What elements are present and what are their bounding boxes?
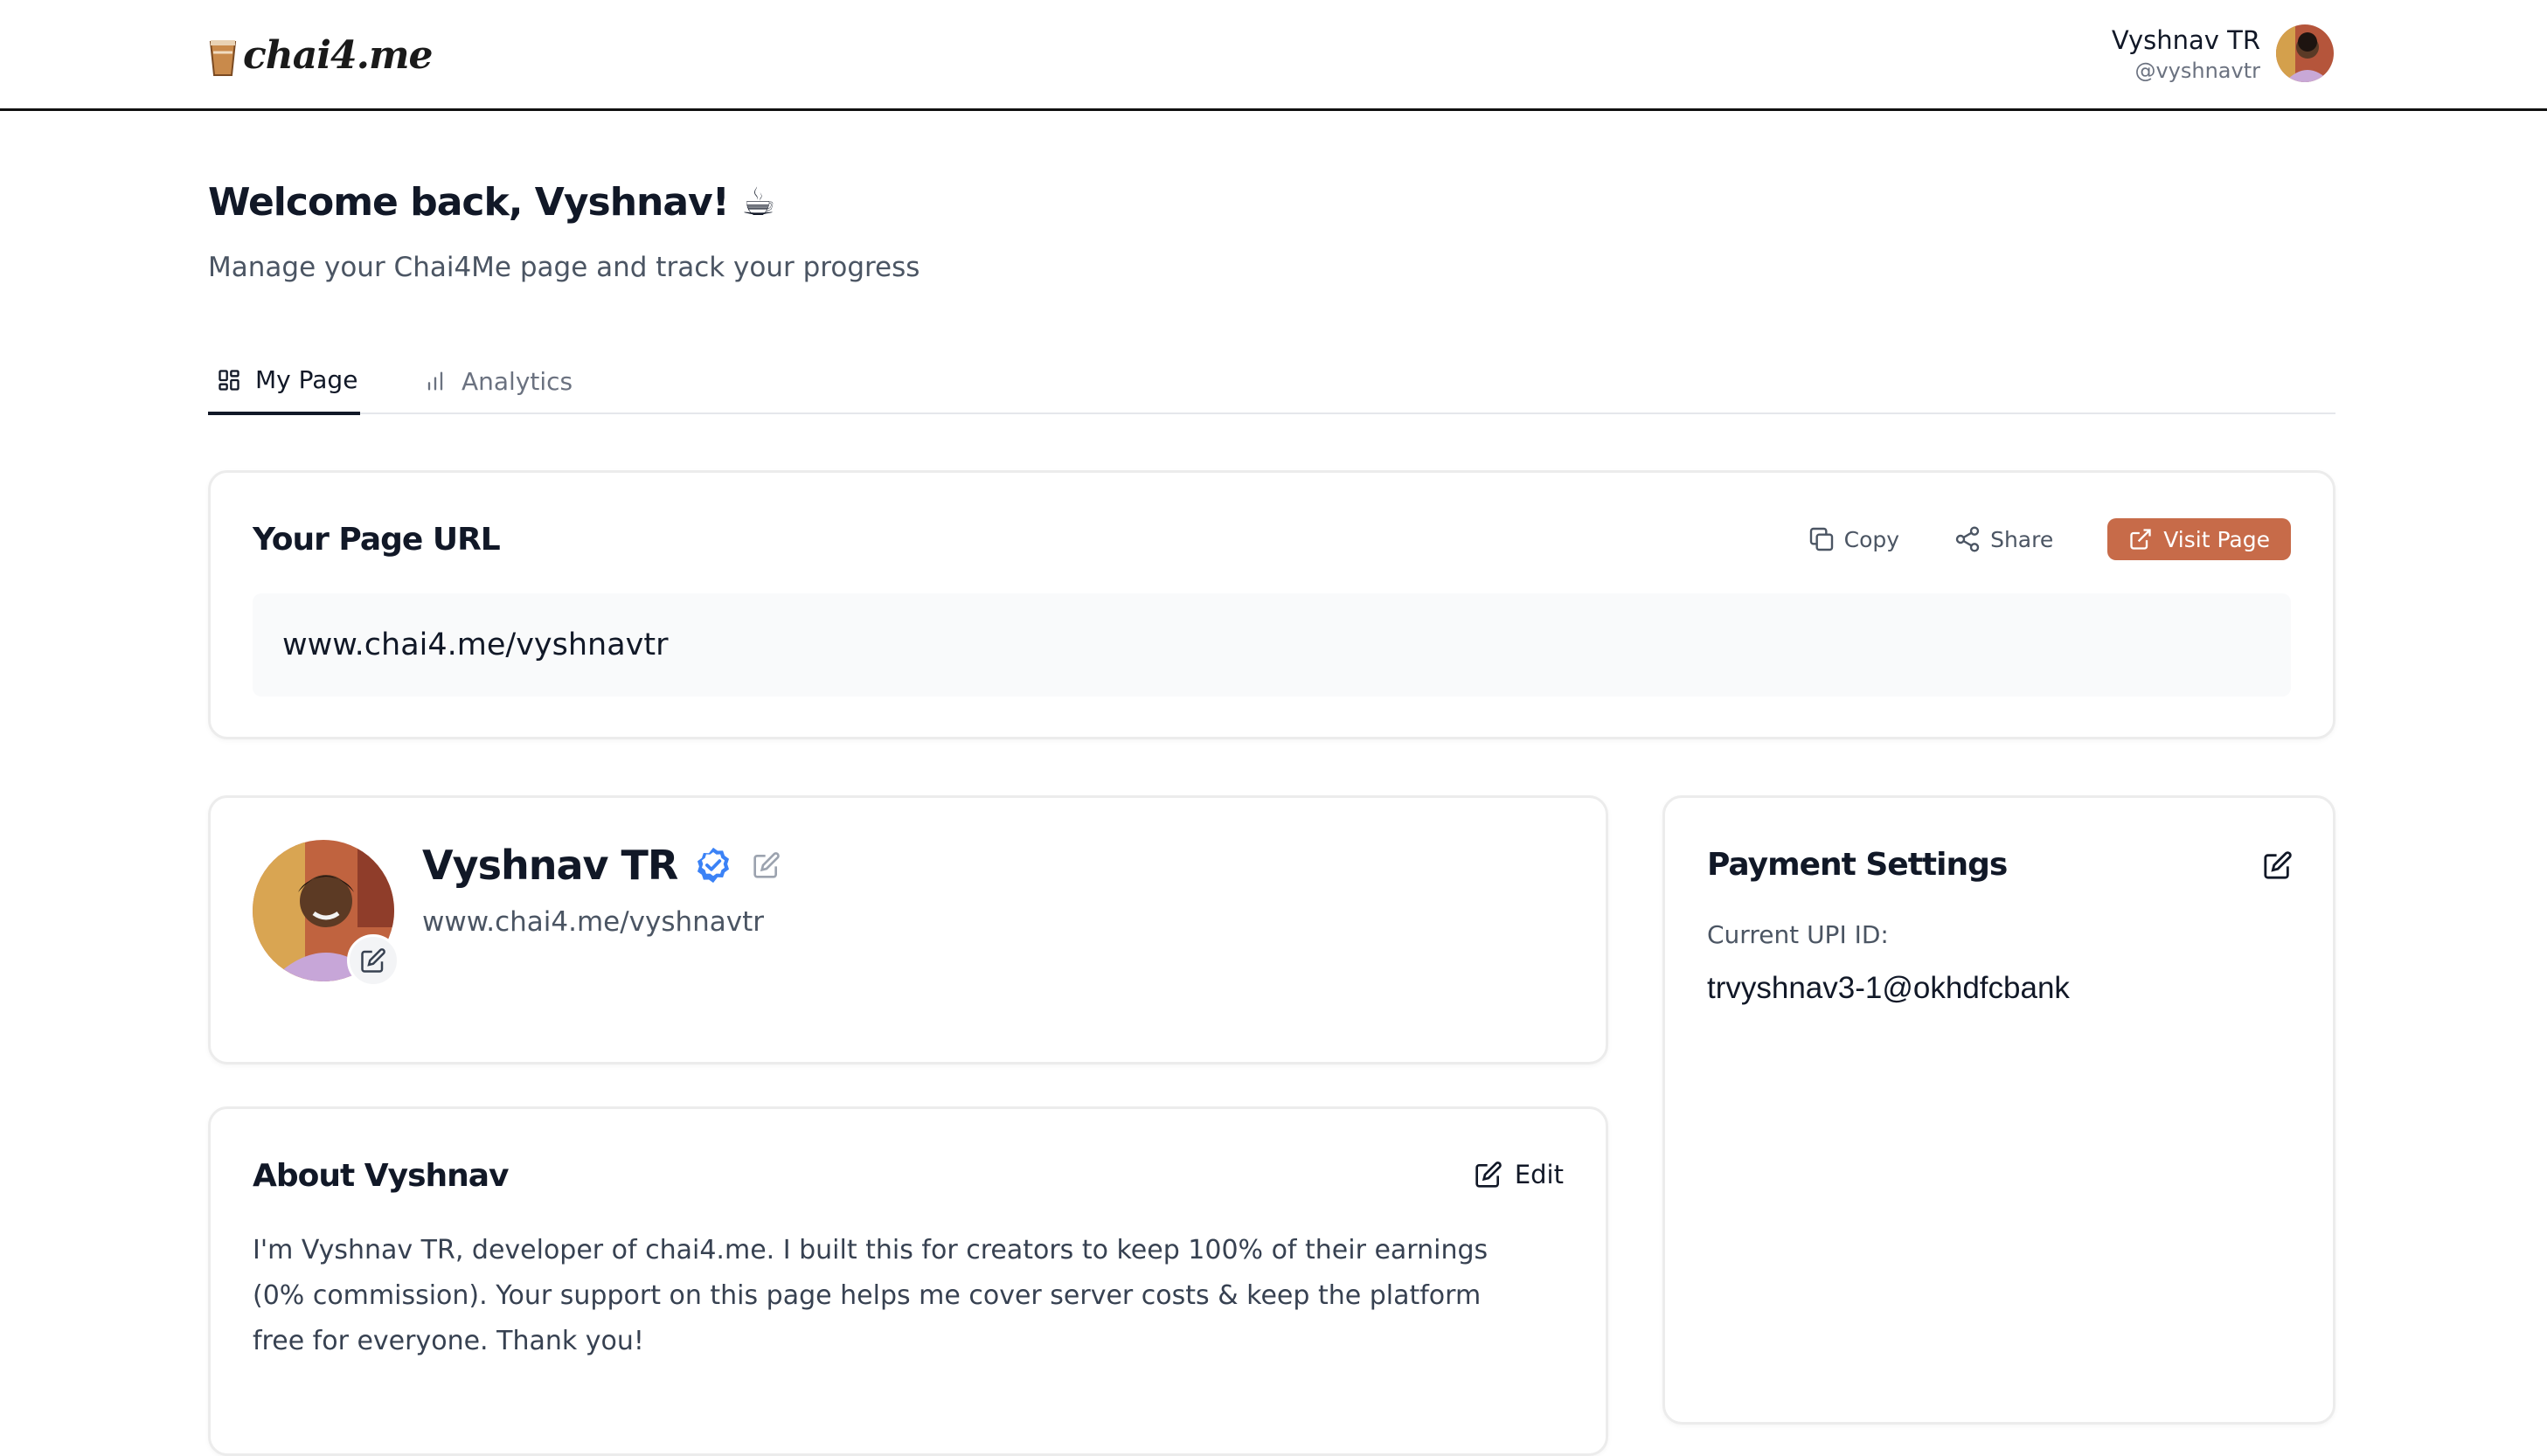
- verified-badge-icon: [697, 847, 730, 884]
- edit-icon: [361, 948, 385, 973]
- dashboard-grid-icon: [219, 369, 239, 391]
- tab-label: Analytics: [462, 366, 573, 396]
- upi-value: trvyshnav3-1@okhdfcbank: [1707, 971, 2070, 1005]
- url-actions: Copy Share Visit Page: [1808, 518, 2291, 560]
- copy-icon: [1809, 527, 1833, 551]
- page-url-card: Your Page URL Copy Share Visit Page www.…: [208, 470, 2335, 739]
- edit-payment-button[interactable]: [2263, 850, 2293, 884]
- external-link-icon: [2130, 529, 2151, 550]
- bar-chart-icon: [427, 371, 443, 391]
- logo-text: chai4.me: [243, 33, 433, 78]
- page-url-display[interactable]: www.chai4.me/vyshnavtr: [253, 593, 2291, 697]
- edit-name-icon[interactable]: [753, 851, 781, 879]
- visit-page-button[interactable]: Visit Page: [2107, 518, 2291, 560]
- profile-url[interactable]: www.chai4.me/vyshnavtr: [422, 906, 764, 938]
- user-handle: @vyshnavtr: [2134, 59, 2260, 83]
- chai-cup-icon: [208, 35, 238, 77]
- tab-label: My Page: [255, 365, 358, 394]
- top-navbar: chai4.me Vyshnav TR @vyshnavtr: [0, 0, 2547, 111]
- page-subtitle: Manage your Chai4Me page and track your …: [208, 252, 920, 283]
- profile-name: Vyshnav TR: [422, 842, 678, 889]
- about-card: About Vyshnav Edit I'm Vyshnav TR, devel…: [208, 1106, 1608, 1456]
- tab-my-page[interactable]: My Page: [208, 348, 360, 415]
- logo[interactable]: chai4.me: [208, 33, 433, 78]
- profile-card: Vyshnav TR www.chai4.me/vyshnavtr: [208, 795, 1608, 1064]
- edit-icon: [2264, 851, 2292, 879]
- card-title: About Vyshnav: [253, 1158, 510, 1194]
- avatar[interactable]: [2276, 24, 2334, 82]
- edit-icon: [1475, 1161, 1502, 1188]
- about-text: I'm Vyshnav TR, developer of chai4.me. I…: [253, 1235, 1489, 1356]
- tab-analytics[interactable]: Analytics: [423, 348, 573, 414]
- edit-about-button[interactable]: Edit: [1475, 1160, 1564, 1189]
- share-icon: [1955, 526, 1980, 552]
- page-title: Welcome back, Vyshnav! ☕: [208, 180, 776, 225]
- user-menu[interactable]: Vyshnav TR @vyshnavtr: [2112, 23, 2334, 84]
- profile-name-row: Vyshnav TR: [422, 842, 800, 889]
- tab-bar: My Page Analytics: [208, 348, 2335, 415]
- payment-settings-card: Payment Settings Current UPI ID: trvyshn…: [1662, 795, 2335, 1425]
- upi-label: Current UPI ID:: [1707, 920, 1889, 949]
- card-title: Your Page URL: [253, 522, 501, 558]
- edit-avatar-button[interactable]: [347, 934, 399, 987]
- card-title: Payment Settings: [1707, 847, 2008, 883]
- user-name: Vyshnav TR: [2111, 25, 2260, 55]
- copy-button[interactable]: Copy: [1808, 525, 1899, 553]
- share-button[interactable]: Share: [1954, 525, 2053, 553]
